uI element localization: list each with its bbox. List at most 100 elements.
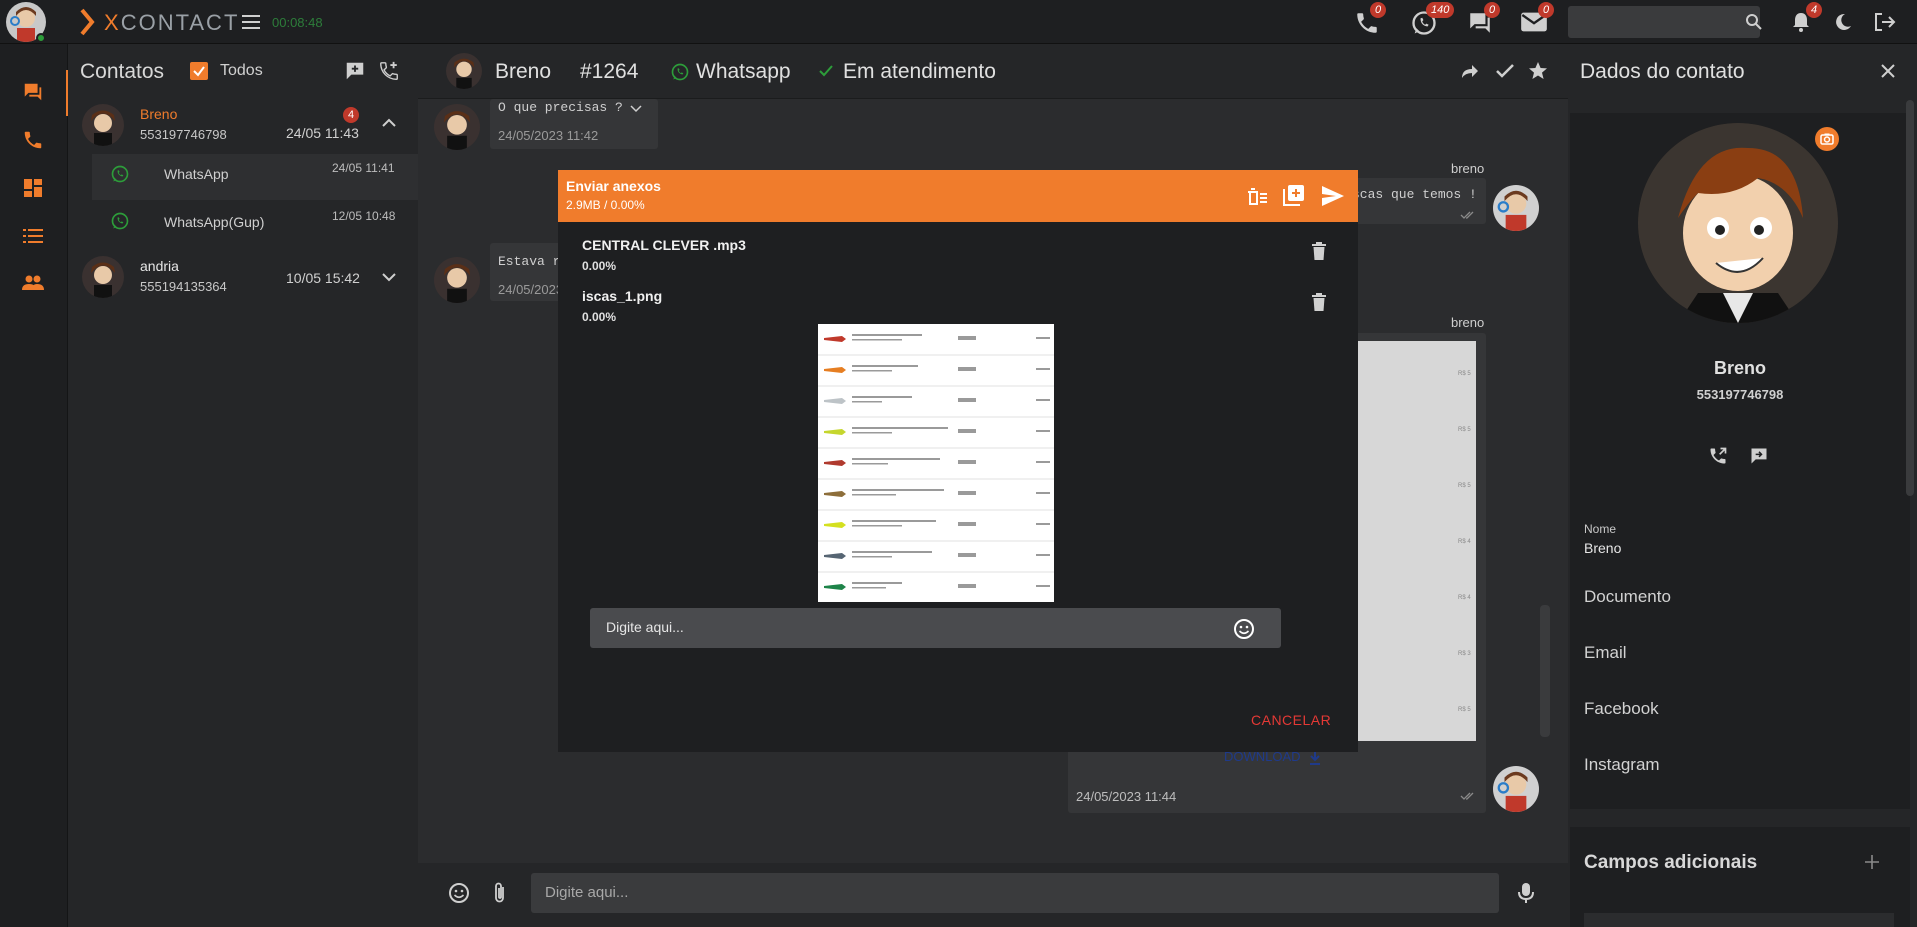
attachment-name: CENTRAL CLEVER .mp3 bbox=[582, 237, 746, 253]
emoji-icon[interactable] bbox=[448, 882, 470, 904]
modal-title: Enviar anexos bbox=[566, 178, 661, 194]
moon-icon[interactable] bbox=[1833, 12, 1853, 32]
chevron-down-icon[interactable] bbox=[630, 103, 642, 113]
message-date: 24/05/2023 11:44 bbox=[1076, 789, 1177, 804]
double-check-icon bbox=[1460, 210, 1476, 220]
remove-all-icon[interactable] bbox=[1246, 186, 1268, 206]
message-date: 24/05/2023 11:42 bbox=[498, 128, 599, 143]
chat-message-input[interactable]: Digite aqui... bbox=[531, 873, 1499, 913]
finish-check-icon[interactable] bbox=[1495, 63, 1515, 79]
brand-name: XCONTACT bbox=[104, 10, 240, 35]
chat-channel: Whatsapp bbox=[696, 60, 791, 83]
people-icon[interactable] bbox=[22, 275, 44, 291]
star-icon[interactable] bbox=[1528, 61, 1548, 81]
message-date: 24/05/2023 bbox=[498, 282, 564, 297]
documento-field[interactable]: Documento bbox=[1584, 587, 1671, 607]
close-icon[interactable] bbox=[1880, 63, 1896, 79]
search-input[interactable] bbox=[1568, 6, 1760, 38]
forward-icon[interactable] bbox=[1460, 62, 1480, 80]
delete-icon[interactable] bbox=[1312, 242, 1326, 260]
dashboard-icon[interactable] bbox=[23, 178, 43, 198]
whatsapp-icon bbox=[670, 62, 690, 82]
todos-label: Todos bbox=[220, 62, 263, 79]
microphone-icon[interactable] bbox=[1518, 882, 1534, 904]
chat-icon[interactable] bbox=[22, 81, 44, 103]
change-photo-camera-icon[interactable] bbox=[1815, 127, 1839, 151]
add-call-icon[interactable] bbox=[378, 60, 400, 82]
channel-time: 24/05 11:41 bbox=[332, 161, 395, 175]
add-field-icon[interactable] bbox=[1864, 854, 1880, 870]
online-status-dot bbox=[36, 33, 46, 43]
whatsapp-icon bbox=[110, 164, 130, 184]
brand-logo bbox=[80, 8, 102, 36]
facebook-field[interactable]: Facebook bbox=[1584, 699, 1659, 719]
chat-badge: 0 bbox=[1484, 2, 1501, 18]
contact-name: Breno bbox=[140, 106, 178, 122]
additional-field-input[interactable] bbox=[1584, 913, 1894, 927]
contact-time: 24/05 11:43 bbox=[286, 125, 359, 141]
emoji-icon[interactable] bbox=[1233, 618, 1255, 640]
message-contact-icon[interactable] bbox=[1749, 446, 1769, 466]
cancel-button[interactable]: CANCELAR bbox=[1251, 712, 1331, 728]
chat-contact-name: Breno bbox=[495, 60, 552, 83]
contact-large-avatar bbox=[1638, 123, 1838, 323]
nome-value[interactable]: Breno bbox=[1584, 540, 1621, 556]
attachments-modal-header bbox=[558, 170, 1358, 222]
new-chat-icon[interactable] bbox=[344, 60, 366, 82]
chevron-down-icon[interactable] bbox=[382, 272, 396, 282]
phone-badge: 0 bbox=[1370, 2, 1387, 18]
panel-scrollbar[interactable] bbox=[1906, 100, 1914, 496]
message-avatar bbox=[434, 257, 480, 303]
chat-contact-avatar bbox=[446, 53, 482, 89]
logout-icon[interactable] bbox=[1874, 12, 1896, 32]
search-icon[interactable] bbox=[1745, 13, 1763, 31]
message-text: Estava r bbox=[498, 254, 561, 269]
modal-size-progress: 2.9MB / 0.00% bbox=[566, 198, 645, 212]
channel-label: WhatsApp bbox=[164, 166, 229, 182]
instagram-field[interactable]: Instagram bbox=[1584, 755, 1660, 775]
chat-status: Em atendimento bbox=[843, 60, 996, 83]
contact-details-title: Dados do contato bbox=[1580, 60, 1745, 83]
channel-time: 12/05 10:48 bbox=[332, 209, 396, 223]
phone-icon[interactable] bbox=[22, 129, 44, 151]
chat-input-placeholder: Digite aqui... bbox=[545, 884, 629, 901]
attachment-image-preview bbox=[818, 324, 1054, 602]
top-bar: XCONTACT 00:08:48 0 140 0 0 4 bbox=[0, 0, 1917, 44]
mail-badge: 0 bbox=[1538, 2, 1555, 18]
attach-icon[interactable] bbox=[492, 881, 508, 905]
attachment-name: iscas_1.png bbox=[582, 288, 663, 304]
additional-fields-card bbox=[1570, 827, 1910, 927]
check-icon bbox=[818, 64, 834, 78]
channel-label: WhatsApp(Gup) bbox=[164, 214, 265, 230]
send-icon[interactable] bbox=[1321, 185, 1345, 207]
delete-icon[interactable] bbox=[1312, 293, 1326, 311]
message-text: scas que temos ! bbox=[1352, 187, 1477, 202]
chat-scrollbar[interactable] bbox=[1540, 605, 1550, 737]
email-field[interactable]: Email bbox=[1584, 643, 1627, 663]
contact-display-name: Breno bbox=[1713, 358, 1766, 378]
attachment-progress: 0.00% bbox=[582, 310, 617, 324]
chevron-up-icon[interactable] bbox=[382, 118, 396, 128]
message-sender: breno bbox=[1451, 315, 1485, 330]
menu-icon[interactable] bbox=[242, 14, 260, 30]
unread-badge: 4 bbox=[343, 107, 360, 123]
list-icon[interactable] bbox=[23, 228, 43, 244]
attachment-caption-input[interactable]: Digite aqui... bbox=[590, 608, 1281, 648]
contact-name: andria bbox=[140, 258, 179, 274]
whatsapp-badge: 140 bbox=[1426, 2, 1455, 18]
download-icon[interactable] bbox=[1309, 751, 1321, 765]
image-attachment[interactable]: R$ 5 R$ 5 R$ 5 R$ 4 R$ 4 R$ 3 R$ 5 bbox=[1358, 341, 1476, 741]
session-timer: 00:08:48 bbox=[272, 15, 323, 30]
contact-time: 10/05 15:42 bbox=[286, 270, 360, 286]
call-contact-icon[interactable] bbox=[1708, 446, 1728, 466]
todos-checkbox[interactable] bbox=[190, 62, 208, 80]
caption-placeholder: Digite aqui... bbox=[606, 619, 684, 635]
agent-avatar bbox=[1493, 185, 1539, 231]
contact-display-phone: 553197746798 bbox=[1696, 387, 1784, 402]
agent-avatar bbox=[1493, 766, 1539, 812]
add-file-icon[interactable] bbox=[1283, 184, 1305, 206]
contact-avatar bbox=[82, 104, 124, 146]
double-check-icon bbox=[1460, 791, 1476, 801]
message-text: O que precisas ? bbox=[498, 100, 623, 115]
contact-phone: 553197746798 bbox=[140, 127, 227, 142]
